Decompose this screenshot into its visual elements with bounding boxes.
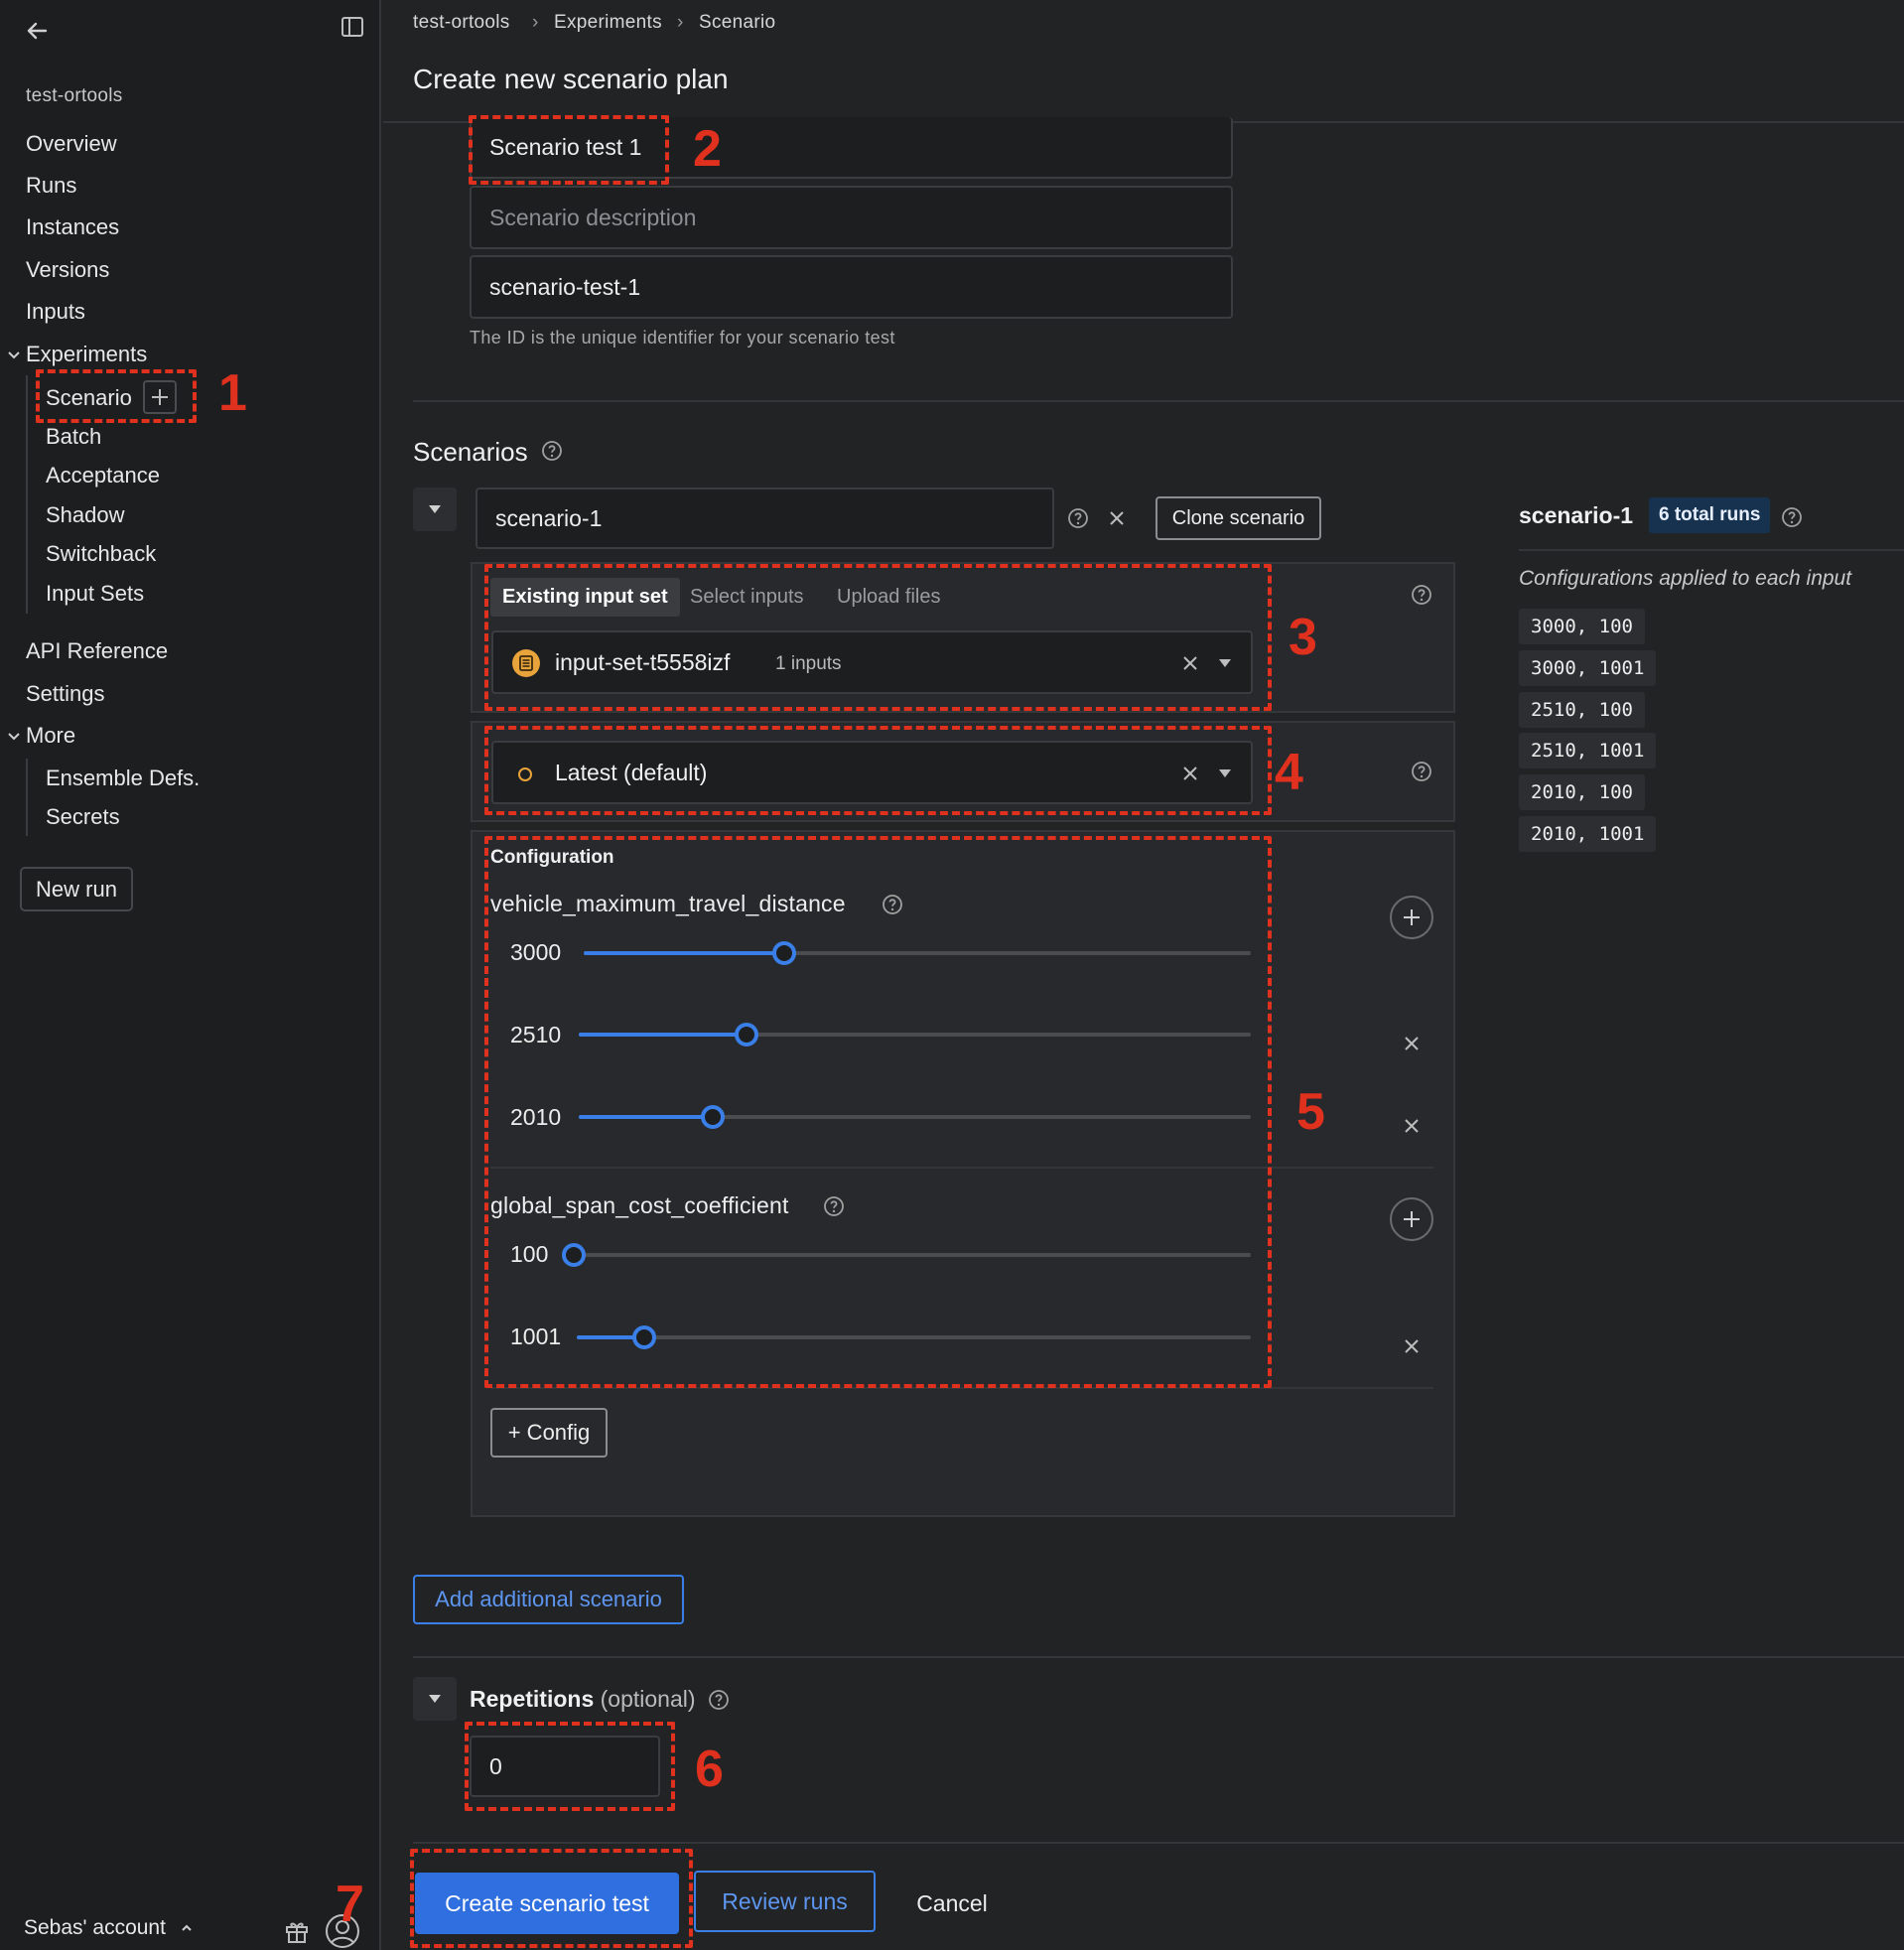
chevron-down-icon[interactable] — [6, 729, 22, 745]
summary-title: scenario-1 — [1519, 502, 1634, 528]
sidebar-item-instances[interactable]: Instances — [26, 214, 119, 240]
section-divider — [413, 400, 1904, 402]
sidebar-item-ensemble-defs[interactable]: Ensemble Defs. — [46, 766, 200, 791]
project-name: test-ortools — [26, 85, 123, 106]
help-icon[interactable] — [1781, 506, 1803, 528]
annotation-box-7 — [410, 1849, 693, 1948]
tree-line — [26, 375, 28, 614]
sidebar-item-more[interactable]: More — [26, 723, 75, 749]
annotation-box-2 — [469, 115, 669, 185]
config-combination: 2010, 100 — [1519, 774, 1645, 810]
annotation-number-4: 4 — [1275, 744, 1303, 801]
plus-icon — [1404, 909, 1420, 925]
remove-value-icon[interactable] — [1402, 1116, 1422, 1136]
repetitions-optional: (optional) — [600, 1686, 696, 1712]
annotation-number-1: 1 — [218, 364, 247, 422]
plus-icon — [1404, 1211, 1420, 1227]
caret-down-icon — [429, 1695, 441, 1703]
review-runs-button[interactable]: Review runs — [694, 1871, 876, 1932]
repetitions-collapse-button[interactable] — [413, 1677, 457, 1721]
help-icon[interactable] — [708, 1689, 730, 1711]
sidebar-item-inputs[interactable]: Inputs — [26, 299, 85, 325]
new-run-button[interactable]: New run — [20, 867, 133, 911]
help-icon[interactable] — [1411, 584, 1432, 606]
tree-line — [26, 759, 28, 836]
help-icon[interactable] — [541, 440, 563, 462]
scenario-id-field[interactable]: scenario-1 — [476, 488, 1054, 549]
summary-divider — [1519, 549, 1904, 551]
annotation-box-1 — [36, 369, 197, 423]
add-value-button[interactable] — [1390, 1197, 1433, 1241]
page-title: Create new scenario plan — [413, 64, 729, 94]
annotation-number-3: 3 — [1289, 609, 1317, 666]
sidebar-item-experiments[interactable]: Experiments — [26, 342, 147, 367]
repetitions-label: Repetitions (optional) — [470, 1686, 696, 1713]
caret-down-icon — [429, 505, 441, 513]
annotation-box-4 — [484, 726, 1272, 815]
help-icon[interactable] — [1411, 761, 1432, 782]
sidebar-item-shadow[interactable]: Shadow — [46, 502, 125, 528]
config-combination: 2010, 1001 — [1519, 816, 1657, 852]
annotation-box-6 — [465, 1722, 675, 1811]
breadcrumb-project[interactable]: test-ortools — [413, 12, 510, 34]
footer-divider — [413, 1842, 1904, 1844]
sidebar-item-versions[interactable]: Versions — [26, 257, 109, 283]
breadcrumb-scenario[interactable]: Scenario — [699, 12, 775, 34]
id-hint: The ID is the unique identifier for your… — [470, 328, 895, 348]
chevron-up-icon — [182, 1925, 192, 1932]
sidebar-item-overview[interactable]: Overview — [26, 131, 117, 157]
gift-icon[interactable] — [284, 1918, 310, 1944]
sidebar-item-batch[interactable]: Batch — [46, 424, 101, 450]
back-arrow-icon[interactable] — [22, 16, 52, 46]
sidebar-item-settings[interactable]: Settings — [26, 681, 105, 707]
scenario-description-placeholder: Scenario description — [489, 204, 697, 230]
scenario-id-field-value: scenario-1 — [495, 504, 603, 531]
scenario-id-value: scenario-test-1 — [489, 273, 641, 300]
sidebar: test-ortools Overview Runs Instances Ver… — [0, 0, 381, 1950]
scenario-description-input[interactable]: Scenario description — [470, 186, 1233, 249]
config-combination: 3000, 1001 — [1519, 650, 1657, 686]
total-runs-badge: 6 total runs — [1649, 497, 1771, 533]
add-value-button[interactable] — [1390, 896, 1433, 939]
help-icon[interactable] — [1067, 507, 1089, 529]
sidebar-item-acceptance[interactable]: Acceptance — [46, 463, 160, 488]
scenario-collapse-button[interactable] — [413, 488, 457, 531]
sidebar-item-secrets[interactable]: Secrets — [46, 804, 120, 830]
sidebar-item-switchback[interactable]: Switchback — [46, 541, 156, 567]
repetitions-label-text: Repetitions — [470, 1686, 595, 1712]
remove-value-icon[interactable] — [1402, 1034, 1422, 1053]
account-name: Sebas' account — [24, 1916, 166, 1939]
config-combination: 2510, 100 — [1519, 692, 1645, 728]
add-additional-scenario-button[interactable]: Add additional scenario — [413, 1575, 684, 1624]
breadcrumb-experiments[interactable]: Experiments — [554, 12, 662, 34]
scenarios-title: Scenarios — [413, 437, 528, 467]
breadcrumb-separator: › — [532, 12, 539, 33]
clone-scenario-button[interactable]: Clone scenario — [1156, 496, 1321, 540]
account-menu[interactable]: Sebas' account — [24, 1916, 194, 1940]
config-combination: 3000, 100 — [1519, 609, 1645, 644]
sidebar-collapse-icon[interactable] — [338, 12, 367, 42]
cancel-button[interactable]: Cancel — [899, 1873, 1005, 1934]
sidebar-item-api-reference[interactable]: API Reference — [26, 638, 168, 664]
breadcrumb-separator: › — [677, 12, 684, 33]
sidebar-item-runs[interactable]: Runs — [26, 173, 76, 199]
scenario-id-input[interactable]: scenario-test-1 — [470, 255, 1233, 319]
annotation-number-7: 7 — [336, 1876, 364, 1933]
annotation-number-2: 2 — [693, 120, 722, 178]
section-divider — [413, 1656, 1904, 1658]
add-config-button[interactable]: + Config — [490, 1408, 608, 1458]
annotation-number-6: 6 — [695, 1741, 724, 1798]
config-combination: 2510, 1001 — [1519, 733, 1657, 768]
annotation-box-3 — [484, 564, 1272, 711]
sidebar-item-input-sets[interactable]: Input Sets — [46, 581, 144, 607]
annotation-number-5: 5 — [1296, 1083, 1325, 1141]
chevron-down-icon[interactable] — [6, 348, 22, 363]
annotation-box-5 — [484, 836, 1272, 1388]
remove-value-icon[interactable] — [1402, 1336, 1422, 1356]
remove-scenario-icon[interactable] — [1107, 508, 1127, 528]
summary-subtitle: Configurations applied to each input — [1519, 567, 1852, 590]
